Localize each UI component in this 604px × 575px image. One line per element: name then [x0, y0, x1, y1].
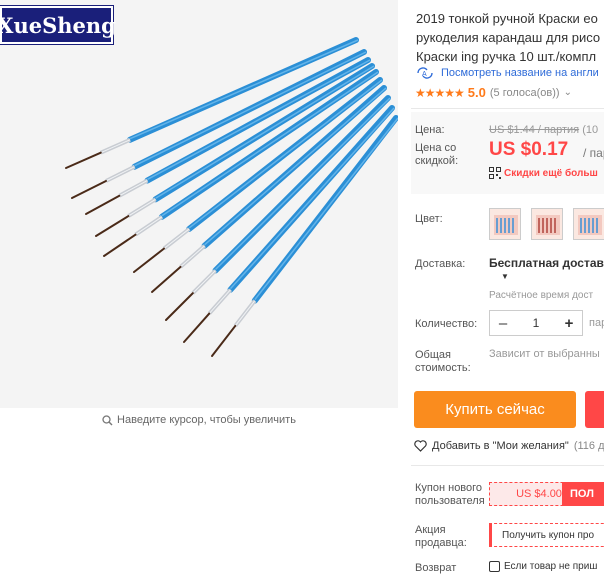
seller-coupon-button[interactable]: Получить купон про	[489, 523, 604, 547]
shield-icon	[489, 561, 500, 572]
zoom-hint-text: Наведите курсор, чтобы увеличить	[117, 414, 296, 426]
paint-brush-shape	[65, 151, 102, 169]
shipping-label: Доставка:	[415, 258, 466, 270]
old-price: US $1.44 / партия (10	[489, 124, 598, 136]
buy-now-button[interactable]: Купить сейчас	[414, 391, 576, 428]
paint-brushes-illustration	[65, 37, 398, 357]
new-user-coupon-get-button[interactable]: ПОЛ	[562, 482, 604, 506]
return-policy: Если товар не приш	[489, 561, 597, 572]
price-label: Цена:	[415, 124, 445, 136]
paint-brush-shape	[100, 139, 131, 154]
quantity-label: Количество:	[415, 318, 478, 330]
more-discounts-text: Скидки ещё больш	[504, 167, 598, 179]
add-to-wishlist-link[interactable]: Добавить в "Мои желания" (116 д	[414, 440, 604, 452]
more-discounts-link[interactable]: Скидки ещё больш	[489, 167, 598, 179]
quantity-unit: пар	[589, 317, 604, 329]
paint-brush-shape	[155, 65, 375, 199]
rating-row[interactable]: ★★★★★ 5.0 (5 голоса(ов)) ⌄	[415, 85, 572, 100]
discount-price-label-line: Цена со	[415, 142, 457, 154]
paint-brush-shape	[165, 292, 194, 321]
product-title: 2019 тонкой ручной Краски ео рукоделия к…	[416, 9, 604, 66]
paint-brush-shape	[234, 300, 256, 327]
discount-price-label-line: скидкой:	[415, 155, 459, 167]
quantity-increase-button[interactable]: +	[556, 311, 582, 335]
total-cost-label: Общая стоимость:	[415, 349, 471, 375]
current-price: US $0.17	[489, 139, 569, 160]
paint-brush-shape	[183, 312, 211, 343]
old-price-value: US $1.44 / партия	[489, 124, 580, 136]
quantity-decrease-button[interactable]: –	[490, 311, 516, 335]
search-icon	[102, 414, 113, 425]
paint-brush-shape	[208, 289, 231, 314]
seller-promo-label-line: продавца:	[415, 537, 467, 549]
quantity-stepper: – 1 +	[489, 310, 583, 336]
translate-link-text: Посмотреть название на англи	[441, 67, 599, 79]
translate-title-link[interactable]: A Посмотреть название на англи	[415, 66, 599, 80]
total-cost-label-line: Общая	[415, 349, 451, 361]
brand-logo: XueSheng	[0, 6, 116, 44]
rating-stars-icon: ★★★★★	[415, 85, 465, 100]
swatch-brushes-icon	[494, 215, 518, 235]
product-photo	[65, 37, 398, 357]
seller-promo-label-line: Акция	[415, 524, 446, 536]
zoom-hint: Наведите курсор, чтобы увеличить	[0, 410, 398, 430]
chevron-down-icon[interactable]: ▼	[501, 272, 509, 281]
delivery-time: Расчётное время дост	[489, 290, 594, 301]
divider	[411, 108, 604, 109]
chevron-down-icon: ⌄	[563, 87, 572, 98]
wishlist-text: Добавить в "Мои желания"	[432, 440, 569, 452]
price-unit: / пар	[583, 146, 604, 160]
rating-value: 5.0	[467, 85, 486, 100]
translate-icon: A	[417, 67, 433, 79]
total-cost-value: Зависит от выбранны	[489, 348, 600, 360]
color-swatch[interactable]	[573, 208, 604, 240]
svg-text:A: A	[422, 71, 427, 78]
product-image-pane[interactable]: XueSheng	[0, 0, 398, 408]
wishlist-count: (116 д	[573, 440, 604, 452]
old-price-extra: (10	[582, 124, 599, 136]
paint-brush-shape	[135, 216, 163, 236]
seller-promo-label: Акция продавца:	[415, 524, 467, 550]
qr-code-icon	[489, 167, 501, 179]
total-cost-label-line: стоимость:	[415, 362, 471, 374]
add-to-cart-button[interactable]	[585, 391, 604, 428]
discount-price-label: Цена со скидкой:	[415, 142, 458, 168]
swatch-brushes-icon	[578, 215, 602, 235]
new-user-coupon-label: Купон нового пользователя	[415, 482, 485, 508]
quantity-input[interactable]: 1	[516, 311, 556, 335]
paint-brush-shape	[103, 233, 137, 257]
coupon-label-line: пользователя	[415, 495, 485, 507]
paint-brush-shape	[192, 270, 216, 294]
paint-brush-shape	[128, 198, 156, 217]
divider	[411, 465, 604, 466]
product-title-line: рукоделия карандаш для рисо	[416, 30, 601, 45]
return-label: Возврат	[415, 562, 457, 574]
color-label: Цвет:	[415, 213, 443, 225]
product-title-line: Краски ing ручка 10 шт./компл	[416, 49, 597, 64]
coupon-label-line: Купон нового	[415, 482, 483, 494]
paint-brush-shape	[85, 194, 121, 215]
color-swatch[interactable]	[531, 208, 563, 240]
paint-brush-shape	[180, 245, 205, 268]
paint-brush-shape	[71, 180, 107, 199]
paint-brush-shape	[211, 324, 237, 357]
return-text: Если товар не приш	[504, 561, 598, 572]
paint-brush-shape	[95, 215, 130, 237]
paint-brush-shape	[133, 247, 165, 273]
paint-brush-shape	[163, 228, 190, 250]
paint-brush-shape	[119, 180, 148, 197]
rating-count: (5 голоса(ов))	[489, 86, 560, 99]
color-swatch[interactable]	[489, 208, 521, 240]
shipping-method[interactable]: Бесплатная доставка	[489, 256, 604, 270]
heart-icon	[414, 440, 427, 452]
paint-brush-shape	[105, 166, 135, 182]
product-info-pane: 2019 тонкой ручной Краски ео рукоделия к…	[411, 0, 604, 575]
swatch-brushes-icon	[536, 215, 560, 235]
paint-brush-shape	[151, 265, 182, 293]
product-title-line: 2019 тонкой ручной Краски ео	[416, 11, 598, 26]
paint-brush-shape	[134, 51, 367, 167]
